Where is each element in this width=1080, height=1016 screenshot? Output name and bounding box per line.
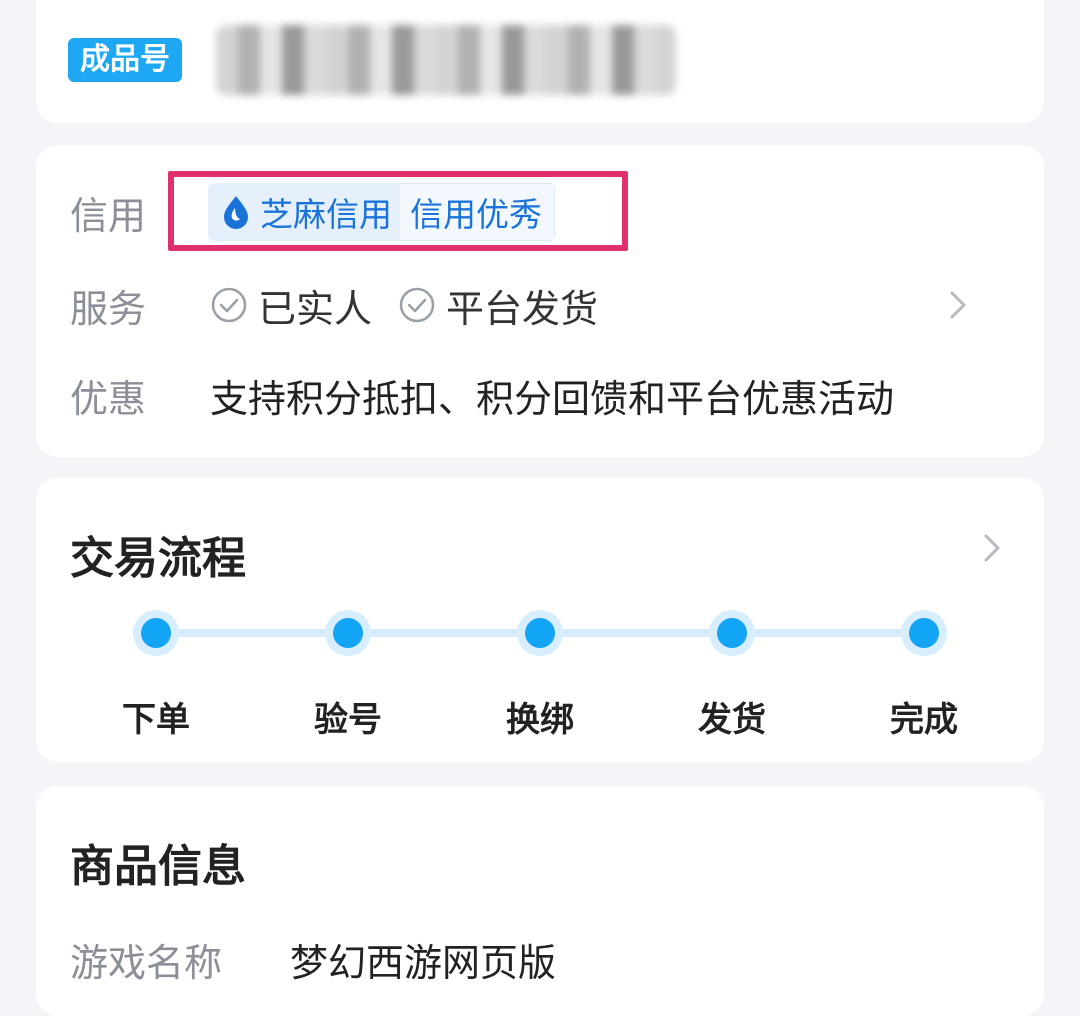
product-type-badge: 成品号 (68, 38, 182, 82)
step-label-complete: 完成 (890, 700, 958, 740)
info-row-game-name: 游戏名称 梦幻西游网页版 (70, 932, 556, 987)
trade-flow-card[interactable]: 交易流程 下单 验号 换绑 发货 完成 (36, 478, 1044, 762)
product-info-card: 商品信息 游戏名称 梦幻西游网页版 (36, 786, 1044, 1016)
step-dot-rebind (517, 610, 563, 656)
step-dot-complete (901, 610, 947, 656)
credit-level: 信用优秀 (400, 183, 555, 241)
check-circle-icon (399, 287, 435, 323)
credit-brand: 芝麻信用 (260, 195, 392, 234)
chevron-right-icon[interactable] (946, 289, 970, 321)
step-dot-order (133, 610, 179, 656)
promo-label: 优惠 (70, 376, 147, 421)
promo-row: 优惠 支持积分抵扣、积分回馈和平台优惠活动 (70, 365, 1010, 425)
product-info-title: 商品信息 (70, 841, 246, 892)
check-circle-icon (211, 287, 247, 323)
credit-brand-segment: 芝麻信用 (208, 183, 400, 241)
step-label-rebind: 换绑 (506, 700, 574, 740)
details-card: 信用 芝麻信用 信用优秀 服务 已实人 平台发货 优惠 支持积分抵扣、积分回馈和… (36, 145, 1044, 457)
step-label-verify: 验号 (314, 700, 382, 740)
step-dot-deliver (709, 610, 755, 656)
step-label-deliver: 发货 (698, 700, 766, 740)
promo-text: 支持积分抵扣、积分回馈和平台优惠活动 (210, 376, 895, 421)
sesame-credit-icon (224, 196, 248, 229)
info-label: 游戏名称 (70, 941, 223, 985)
service-item-verified: 已实人 (210, 278, 372, 333)
step-label-order: 下单 (122, 700, 190, 740)
service-text: 平台发货 (446, 286, 599, 331)
service-row[interactable]: 服务 已实人 平台发货 (70, 275, 1010, 335)
chevron-right-icon[interactable] (980, 532, 1004, 564)
service-text: 已实人 (258, 286, 373, 331)
account-card: 成品号 (36, 0, 1044, 123)
info-value: 梦幻西游网页版 (290, 941, 557, 985)
account-id-redacted (216, 25, 676, 95)
step-dot-verify (325, 610, 371, 656)
trade-flow-title: 交易流程 (70, 533, 246, 584)
credit-label: 信用 (70, 193, 147, 238)
service-label: 服务 (70, 286, 147, 331)
service-item-platform-delivery: 平台发货 (398, 278, 598, 333)
credit-tag[interactable]: 芝麻信用 信用优秀 (208, 183, 555, 241)
